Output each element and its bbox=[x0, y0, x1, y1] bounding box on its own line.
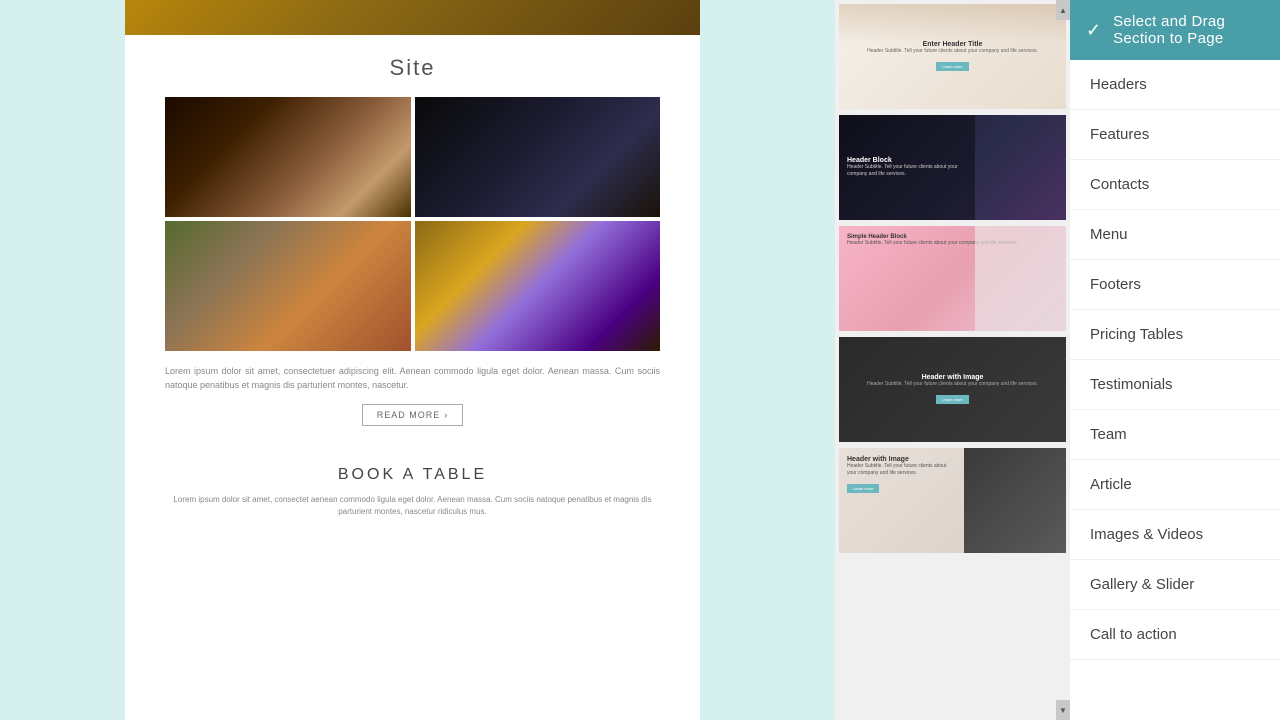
thumbnail-1[interactable]: Enter Header Title Header Subtitle. Tell… bbox=[839, 4, 1066, 109]
scroll-down-indicator[interactable]: ▼ bbox=[1056, 700, 1070, 720]
category-menu[interactable]: Menu bbox=[1070, 210, 1280, 260]
photo-wine bbox=[165, 97, 411, 217]
site-frame: Site Lorem ipsum dolor sit amet, consect… bbox=[125, 0, 700, 720]
categories-column: ✓ Select and Drag Section to Page Header… bbox=[1070, 0, 1280, 720]
scroll-up-indicator[interactable]: ▲ bbox=[1056, 0, 1070, 20]
thumb-img-4: Header with Image Header Subtitle. Tell … bbox=[839, 337, 1066, 442]
site-section: Site Lorem ipsum dolor sit amet, consect… bbox=[125, 35, 700, 446]
thumb-img-1: Enter Header Title Header Subtitle. Tell… bbox=[839, 4, 1066, 109]
thumb-img-2: Header Block Header Subtitle. Tell your … bbox=[839, 115, 1066, 220]
category-images-videos[interactable]: Images & Videos bbox=[1070, 510, 1280, 560]
right-panel: ▲ Enter Header Title Header Subtitle. Te… bbox=[835, 0, 1280, 720]
category-pricing-tables[interactable]: Pricing Tables bbox=[1070, 310, 1280, 360]
category-article[interactable]: Article bbox=[1070, 460, 1280, 510]
thumb-img-3: Simple Header Block Header Subtitle. Tel… bbox=[839, 226, 1066, 331]
thumbnail-4[interactable]: Header with Image Header Subtitle. Tell … bbox=[839, 337, 1066, 442]
thumbnails-wrapper: ▲ Enter Header Title Header Subtitle. Te… bbox=[835, 0, 1070, 720]
category-headers[interactable]: Headers bbox=[1070, 60, 1280, 110]
arrow-icon: › bbox=[444, 410, 448, 420]
category-call-to-action[interactable]: Call to action bbox=[1070, 610, 1280, 660]
panel-title: Select and Drag Section to Page bbox=[1113, 13, 1264, 47]
category-gallery-slider[interactable]: Gallery & Slider bbox=[1070, 560, 1280, 610]
photo-food bbox=[415, 221, 661, 351]
thumb-5-right-img bbox=[964, 448, 1066, 553]
category-features[interactable]: Features bbox=[1070, 110, 1280, 160]
book-text: Lorem ipsum dolor sit amet, consectet ae… bbox=[165, 494, 660, 518]
thumbnails-column[interactable]: Enter Header Title Header Subtitle. Tell… bbox=[835, 0, 1070, 720]
category-contacts[interactable]: Contacts bbox=[1070, 160, 1280, 210]
site-lorem-text: Lorem ipsum dolor sit amet, consectetuer… bbox=[165, 365, 660, 392]
preview-area: Site Lorem ipsum dolor sit amet, consect… bbox=[0, 0, 835, 720]
site-top-image bbox=[125, 0, 700, 35]
book-title: BOOK A TABLE bbox=[165, 466, 660, 484]
thumb-img-5: Header with Image Header Subtitle. Tell … bbox=[839, 448, 1066, 553]
photo-bar bbox=[415, 97, 661, 217]
photo-salad bbox=[165, 221, 411, 351]
thumbnail-5[interactable]: Header with Image Header Subtitle. Tell … bbox=[839, 448, 1066, 553]
read-more-button[interactable]: READ MORE › bbox=[362, 404, 464, 426]
category-testimonials[interactable]: Testimonials bbox=[1070, 360, 1280, 410]
site-title: Site bbox=[165, 55, 660, 81]
check-icon: ✓ bbox=[1086, 20, 1101, 41]
photo-grid bbox=[165, 97, 660, 351]
category-team[interactable]: Team bbox=[1070, 410, 1280, 460]
thumbnail-2[interactable]: Header Block Header Subtitle. Tell your … bbox=[839, 115, 1066, 220]
book-section: BOOK A TABLE Lorem ipsum dolor sit amet,… bbox=[125, 446, 700, 538]
thumbnail-3[interactable]: Simple Header Block Header Subtitle. Tel… bbox=[839, 226, 1066, 331]
category-footers[interactable]: Footers bbox=[1070, 260, 1280, 310]
panel-header: ✓ Select and Drag Section to Page bbox=[1070, 0, 1280, 60]
